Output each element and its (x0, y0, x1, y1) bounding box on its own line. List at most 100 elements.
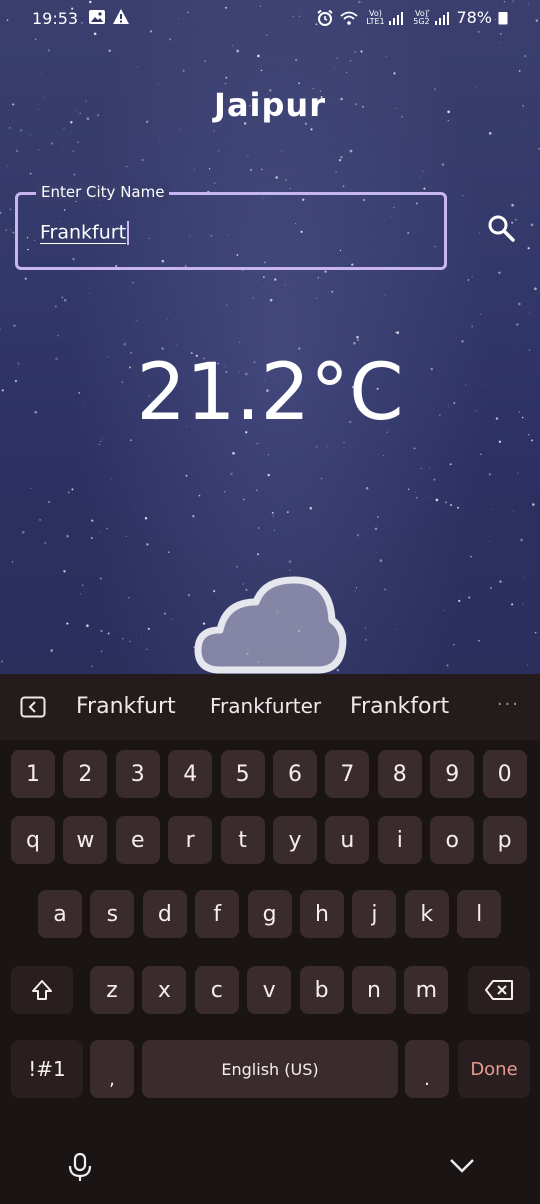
key-w-label: w (76, 827, 95, 853)
star (335, 171, 337, 173)
key-t[interactable]: t (220, 816, 265, 864)
key-b[interactable]: b (299, 966, 344, 1014)
star (523, 54, 527, 58)
star (315, 297, 317, 299)
warning-icon (113, 9, 129, 24)
more-suggestions-button[interactable]: ··· (497, 694, 520, 715)
key-f[interactable]: f (195, 890, 240, 938)
star (136, 320, 138, 321)
key-n-label: n (367, 977, 381, 1003)
mic-icon[interactable] (67, 1152, 93, 1182)
star (41, 595, 43, 596)
shift-icon (32, 980, 52, 1000)
star (267, 454, 270, 456)
key-6[interactable]: 6 (273, 750, 317, 798)
star (471, 325, 474, 328)
key-x[interactable]: x (142, 966, 187, 1014)
symbols-key[interactable]: !#1 (11, 1040, 83, 1098)
key-i[interactable]: i (377, 816, 422, 864)
star (141, 634, 142, 636)
star (37, 149, 39, 151)
star (331, 290, 334, 293)
star (163, 612, 166, 615)
key-j[interactable]: j (352, 890, 397, 938)
key-m[interactable]: m (404, 966, 449, 1014)
star (98, 443, 100, 446)
star (422, 170, 424, 172)
key-q[interactable]: q (11, 816, 55, 864)
chevron-down-icon[interactable] (449, 1158, 475, 1174)
star (423, 187, 426, 190)
star (286, 511, 289, 514)
star (185, 474, 188, 477)
star (99, 577, 102, 580)
key-0[interactable]: 0 (482, 750, 527, 798)
star (340, 156, 343, 159)
key-r[interactable]: r (168, 816, 213, 864)
key-2[interactable]: 2 (63, 750, 108, 798)
key-l[interactable]: l (457, 890, 502, 938)
key-y[interactable]: y (273, 816, 317, 864)
suggestion-1[interactable]: Frankfurt (76, 694, 176, 719)
key-8[interactable]: 8 (377, 750, 422, 798)
star (29, 172, 32, 175)
star (356, 587, 358, 589)
star (8, 127, 11, 129)
backspace-key[interactable] (468, 966, 530, 1014)
period-key[interactable]: . (405, 1040, 449, 1098)
key-n[interactable]: n (352, 966, 396, 1014)
star (336, 57, 338, 60)
star (415, 496, 418, 499)
star (61, 148, 63, 150)
key-d[interactable]: d (142, 890, 187, 938)
key-p[interactable]: p (482, 816, 527, 864)
key-4[interactable]: 4 (168, 750, 213, 798)
collapse-toolbar-icon[interactable] (20, 696, 46, 718)
done-key[interactable]: Done (458, 1040, 530, 1098)
suggestion-2[interactable]: Frankfurter (210, 694, 321, 718)
key-s[interactable]: s (90, 890, 135, 938)
star (489, 540, 490, 542)
shift-key[interactable] (11, 966, 73, 1014)
key-c[interactable]: c (194, 966, 239, 1014)
key-9[interactable]: 9 (430, 750, 475, 798)
key-w[interactable]: w (63, 816, 108, 864)
city-input-field[interactable]: Enter City Name Frankfurt (15, 183, 447, 270)
key-v[interactable]: v (247, 966, 292, 1014)
star (133, 326, 135, 327)
star (281, 150, 283, 152)
key-e[interactable]: e (115, 816, 160, 864)
star (57, 334, 59, 337)
key-5[interactable]: 5 (220, 750, 265, 798)
star (524, 192, 526, 194)
suggestion-3[interactable]: Frankfort (350, 694, 449, 719)
comma-key[interactable]: , (90, 1040, 134, 1098)
star (384, 588, 386, 591)
city-input-value[interactable]: Frankfurt (40, 221, 130, 245)
star (67, 491, 70, 494)
star (529, 311, 531, 313)
key-z[interactable]: z (90, 966, 134, 1014)
star (236, 566, 238, 568)
key-3[interactable]: 3 (115, 750, 160, 798)
search-icon[interactable] (484, 211, 518, 245)
key-o[interactable]: o (430, 816, 475, 864)
star (172, 618, 174, 620)
star (204, 60, 207, 62)
key-7[interactable]: 7 (325, 750, 370, 798)
space-key[interactable]: English (US) (142, 1040, 398, 1098)
key-r-label: r (185, 827, 195, 853)
star (123, 342, 127, 346)
key-k[interactable]: k (404, 890, 449, 938)
star (136, 66, 138, 68)
key-h[interactable]: h (300, 890, 344, 938)
star (238, 341, 240, 343)
key-a[interactable]: a (38, 890, 82, 938)
key-u[interactable]: u (325, 816, 370, 864)
key-g[interactable]: g (247, 890, 292, 938)
key-1[interactable]: 1 (11, 750, 55, 798)
star (90, 537, 93, 540)
star (534, 631, 537, 634)
star (243, 498, 245, 501)
star (479, 232, 481, 234)
